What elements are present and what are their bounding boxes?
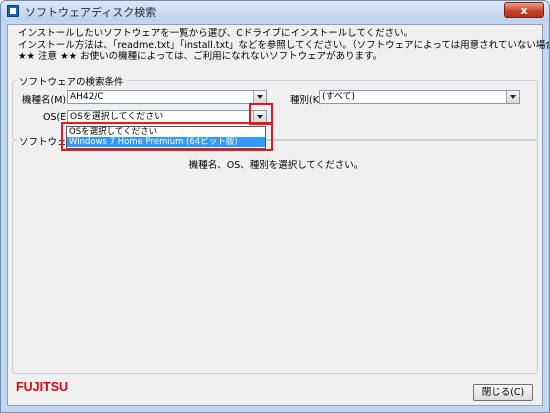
- intro-line: ★★ 注意 ★★ お使いの機種によっては、ご利用になれないソフトウェアがあります…: [18, 51, 383, 62]
- model-label: 機種名(M): [22, 95, 67, 106]
- model-select[interactable]: AH42/C: [67, 90, 267, 104]
- intro-line: インストールしたいソフトウェアを一覧から選び、Cドライブにインストールしてくださ…: [18, 28, 414, 39]
- chevron-down-icon[interactable]: [253, 91, 266, 103]
- intro-line: インストール方法は、「readme.txt」「install.txt」などを参照…: [18, 39, 549, 51]
- client-area: インストールしたいソフトウェアを一覧から選び、Cドライブにインストールしてくださ…: [7, 24, 549, 406]
- window-close-button[interactable]: x: [504, 2, 544, 18]
- close-button[interactable]: 閉じる(C): [473, 384, 533, 401]
- kind-select[interactable]: (すべて): [319, 90, 520, 104]
- intro-text: インストールしたいソフトウェアを一覧から選び、Cドライブにインストールしてくださ…: [18, 28, 549, 63]
- os-value: OSを選択してください: [70, 112, 164, 122]
- kind-label: 種別(K): [290, 95, 323, 106]
- title-bar[interactable]: ソフトウェアディスク検索 x: [1, 1, 549, 21]
- fujitsu-logo: FUJITSU: [16, 380, 68, 394]
- search-conditions-label: ソフトウェアの検索条件: [17, 74, 126, 88]
- highlight-box-list: [61, 122, 273, 151]
- chevron-down-icon[interactable]: [506, 91, 519, 103]
- window-title: ソフトウェアディスク検索: [25, 6, 157, 19]
- app-window: ソフトウェアディスク検索 x インストールしたいソフトウェアを一覧から選び、Cド…: [0, 0, 550, 413]
- app-icon: [7, 5, 19, 17]
- model-value: AH42/C: [70, 92, 104, 102]
- kind-value: (すべて): [322, 92, 356, 102]
- instruction-message: 機種名、OS、種別を選択してください。: [188, 160, 364, 171]
- software-list-group: ソフトウェア一覧: [12, 134, 538, 374]
- logo-text: FUJITSU: [16, 380, 68, 394]
